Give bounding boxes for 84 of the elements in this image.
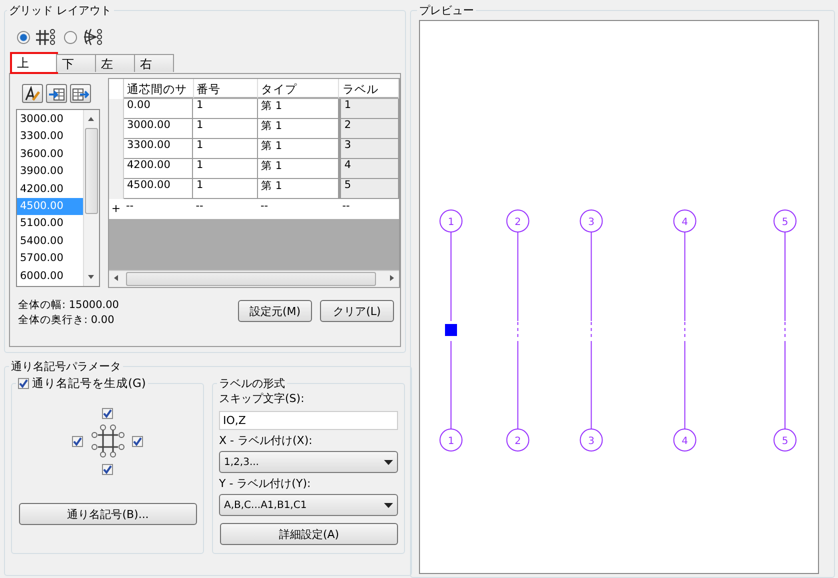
table-cell[interactable]: 2 bbox=[339, 119, 399, 139]
total-width-label: 全体の幅: 15000.00 bbox=[18, 298, 119, 313]
scrollbar[interactable] bbox=[109, 270, 399, 287]
dropdown[interactable]: 1,2,3... bbox=[219, 451, 398, 473]
checkbox[interactable] bbox=[102, 408, 113, 418]
toolbar-button[interactable] bbox=[22, 84, 43, 103]
radial-grid-icon bbox=[81, 28, 103, 46]
grid-axis-drawing: 5 5 bbox=[774, 210, 796, 452]
table-cell[interactable]: 1 bbox=[193, 159, 258, 179]
table-cell[interactable]: 0.00 bbox=[124, 99, 194, 119]
field-label: スキップ文字(S): bbox=[219, 391, 306, 407]
table-cell[interactable]: 第 1 bbox=[258, 179, 340, 199]
table-cell[interactable]: 第 1 bbox=[258, 159, 340, 179]
dropdown[interactable]: A,B,C...A1,B1,C1 bbox=[219, 494, 398, 516]
table-cell[interactable]: 3 bbox=[339, 139, 399, 159]
group-title: グリッド レイアウト bbox=[8, 3, 112, 18]
field-label: X - ラベル付け(X): bbox=[219, 433, 314, 449]
toolbar-button[interactable] bbox=[46, 84, 67, 103]
tab[interactable]: 下 bbox=[56, 54, 96, 72]
table-cell[interactable]: 4500.00 bbox=[124, 179, 194, 199]
table-cell[interactable]: 1 bbox=[339, 99, 399, 119]
grid-axis-drawing: 4 4 bbox=[673, 210, 696, 452]
row-header[interactable]: + bbox=[109, 199, 123, 219]
grid-axis-drawing: 2 2 bbox=[506, 210, 530, 452]
group-title: プレビュー bbox=[418, 3, 475, 18]
toolbar-button[interactable] bbox=[70, 84, 91, 103]
list-item[interactable]: 3300.00 bbox=[17, 128, 83, 146]
field-label: Y - ラベル付け(Y): bbox=[219, 476, 312, 492]
table-cell[interactable]: 1 bbox=[193, 139, 258, 159]
table-cell[interactable]: 3300.00 bbox=[124, 139, 194, 159]
table-cell[interactable]: 第 1 bbox=[258, 139, 340, 159]
button[interactable]: 通り名記号(B)... bbox=[19, 503, 197, 525]
button[interactable]: クリア(L) bbox=[320, 300, 394, 322]
list-item[interactable]: 5400.00 bbox=[17, 232, 83, 250]
table-cell[interactable]: 第 1 bbox=[258, 119, 340, 139]
checkbox[interactable] bbox=[72, 436, 83, 446]
table-arrow-in-icon bbox=[48, 86, 65, 102]
table-cell[interactable]: -- bbox=[339, 199, 399, 219]
table-cell[interactable]: 1 bbox=[193, 179, 258, 199]
table-cell[interactable]: 第 1 bbox=[258, 99, 340, 119]
column-header: 番号 bbox=[194, 79, 258, 99]
table-cell[interactable]: 5 bbox=[339, 179, 399, 199]
scrollbar[interactable] bbox=[83, 110, 99, 286]
table-cell[interactable]: -- bbox=[258, 199, 340, 219]
tab[interactable]: 左 bbox=[95, 54, 135, 72]
radio-button[interactable] bbox=[17, 30, 30, 44]
checkbox[interactable] bbox=[132, 436, 143, 446]
group-title: ラベルの形式 bbox=[218, 376, 286, 391]
table-cell[interactable]: 4 bbox=[339, 159, 399, 179]
grid-axis-drawing: 1 1 bbox=[440, 210, 462, 452]
table-cell[interactable]: 4200.00 bbox=[124, 159, 194, 179]
radio-button[interactable] bbox=[64, 30, 77, 44]
caret-icon bbox=[384, 502, 393, 508]
column-header: タイプ bbox=[258, 79, 340, 99]
column-header: 通芯間のサ bbox=[124, 79, 194, 99]
group-title: 通り名記号パラメータ bbox=[10, 359, 122, 374]
table-cell[interactable]: -- bbox=[123, 199, 193, 219]
table-cell[interactable]: 1 bbox=[193, 119, 258, 139]
text-pencil-icon bbox=[24, 86, 41, 102]
column-header: ラベル bbox=[339, 79, 399, 99]
list-item[interactable]: 3000.00 bbox=[17, 111, 83, 128]
list-item[interactable]: 3600.00 bbox=[17, 146, 83, 164]
list-item[interactable]: 5100.00 bbox=[17, 215, 83, 233]
checkbox[interactable] bbox=[102, 464, 113, 474]
grid-bubbles-icon bbox=[34, 28, 56, 46]
grid-bubbles-icon bbox=[90, 424, 124, 458]
text-field[interactable]: IO,Z bbox=[219, 411, 398, 430]
caret-icon bbox=[384, 460, 393, 464]
grid-axis-drawing: 3 3 bbox=[580, 210, 603, 452]
list-item[interactable]: 3900.00 bbox=[17, 163, 83, 181]
button[interactable]: 詳細設定(A) bbox=[220, 523, 398, 545]
list-item[interactable]: 4200.00 bbox=[17, 180, 83, 198]
list-item[interactable]: 6000.00 bbox=[17, 268, 83, 285]
tab[interactable]: 上 bbox=[11, 53, 57, 73]
table-cell[interactable]: 3000.00 bbox=[124, 119, 194, 139]
table-cell[interactable]: -- bbox=[192, 199, 258, 219]
checkbox-label: 通り名記号を生成(G) bbox=[32, 376, 146, 391]
list-item[interactable]: 5700.00 bbox=[17, 250, 83, 268]
table-cell[interactable]: 1 bbox=[193, 99, 258, 119]
tab[interactable]: 右 bbox=[134, 54, 174, 72]
table-arrow-out-icon bbox=[72, 86, 89, 102]
total-depth-label: 全体の奥行き: 0.00 bbox=[18, 313, 116, 328]
checkbox[interactable] bbox=[18, 378, 29, 389]
button[interactable]: 設定元(M) bbox=[238, 300, 312, 322]
